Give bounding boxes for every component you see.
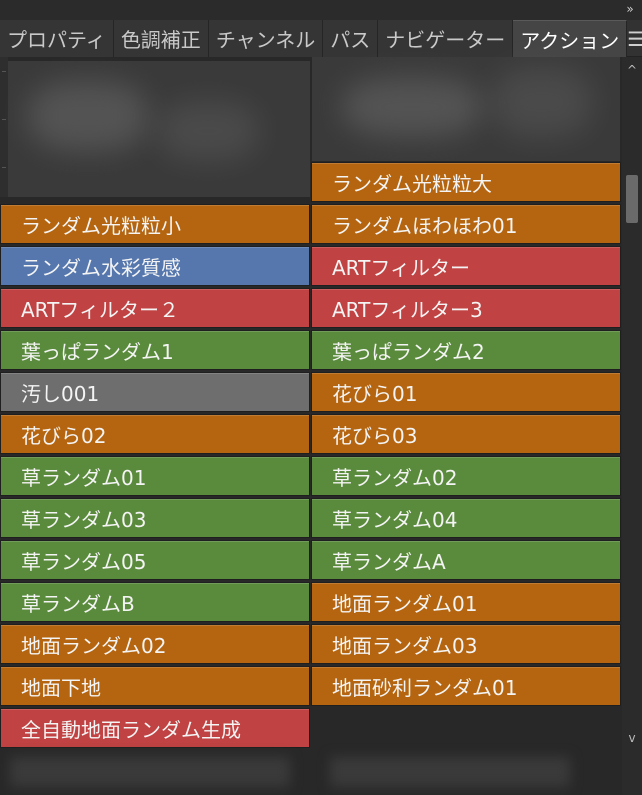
action-button-right-11[interactable]: 地面ランダム01 xyxy=(311,582,621,622)
action-button-left-8[interactable]: 草ランダム03 xyxy=(0,498,310,538)
action-button-right-4[interactable]: ARTフィルター3 xyxy=(311,288,621,328)
tab-channels[interactable]: チャンネル xyxy=(208,20,324,57)
actions-button-grid: ランダム光粒粒小 ランダム水彩質感 ARTフィルター２ 葉っぱランダム1 汚し001 花び… xyxy=(0,57,642,795)
tab-paths[interactable]: パス xyxy=(323,20,379,57)
actions-column-left: ランダム光粒粒小 ランダム水彩質感 ARTフィルター２ 葉っぱランダム1 汚し001 花び… xyxy=(0,204,310,750)
tab-properties[interactable]: プロパティ xyxy=(0,20,114,57)
blurred-footer xyxy=(10,757,290,787)
action-button-right-1[interactable]: ランダム光粒粒大 xyxy=(311,162,621,202)
blurred-preview-right xyxy=(312,57,620,161)
action-button-left-10[interactable]: 草ランダムB xyxy=(0,582,310,622)
left-ruler xyxy=(0,57,8,197)
action-button-right-2[interactable]: ランダムほわほわ01 xyxy=(311,204,621,244)
panel-tab-bar: プロパティ 色調補正 チャンネル パス ナビゲーター アクション ☰ xyxy=(0,20,642,57)
action-button-right-12[interactable]: 地面ランダム03 xyxy=(311,624,621,664)
tab-actions[interactable]: アクション xyxy=(513,20,628,57)
tab-navigator[interactable]: ナビゲーター xyxy=(378,20,514,57)
action-button-left-2[interactable]: ランダム水彩質感 xyxy=(0,246,310,286)
actions-column-right: ランダム光粒粒大 ランダムほわほわ01 ARTフィルター ARTフィルター3 葉っぱラン… xyxy=(311,162,621,708)
action-button-left-6[interactable]: 花びら02 xyxy=(0,414,310,454)
panel-menu-icon[interactable]: ☰ xyxy=(627,20,642,57)
action-button-right-3[interactable]: ARTフィルター xyxy=(311,246,621,286)
actions-panel-window: » プロパティ 色調補正 チャンネル パス ナビゲーター アクション ☰ ランダ… xyxy=(0,0,642,795)
action-button-left-11[interactable]: 地面ランダム02 xyxy=(0,624,310,664)
action-button-right-6[interactable]: 花びら01 xyxy=(311,372,621,412)
action-button-left-13[interactable]: 全自動地面ランダム生成 xyxy=(0,708,310,748)
blurred-footer-right xyxy=(330,757,570,787)
action-button-left-9[interactable]: 草ランダム05 xyxy=(0,540,310,580)
scroll-up-icon[interactable]: ^ xyxy=(622,61,642,79)
scroll-down-icon[interactable]: v xyxy=(622,729,642,747)
tab-adjustments[interactable]: 色調補正 xyxy=(113,20,209,57)
vertical-scrollbar[interactable]: ^ v xyxy=(622,57,642,795)
action-button-right-5[interactable]: 葉っぱランダム2 xyxy=(311,330,621,370)
action-button-right-8[interactable]: 草ランダム02 xyxy=(311,456,621,496)
action-button-right-13[interactable]: 地面砂利ランダム01 xyxy=(311,666,621,706)
scrollbar-thumb[interactable] xyxy=(626,175,638,223)
action-button-left-1[interactable]: ランダム光粒粒小 xyxy=(0,204,310,244)
action-button-left-12[interactable]: 地面下地 xyxy=(0,666,310,706)
action-button-right-9[interactable]: 草ランダム04 xyxy=(311,498,621,538)
action-button-right-10[interactable]: 草ランダムA xyxy=(311,540,621,580)
panel-top-strip: » xyxy=(0,0,642,20)
action-button-left-5[interactable]: 汚し001 xyxy=(0,372,310,412)
action-button-right-7[interactable]: 花びら03 xyxy=(311,414,621,454)
action-button-left-7[interactable]: 草ランダム01 xyxy=(0,456,310,496)
action-button-left-4[interactable]: 葉っぱランダム1 xyxy=(0,330,310,370)
action-button-left-3[interactable]: ARTフィルター２ xyxy=(0,288,310,328)
collapse-panels-icon[interactable]: » xyxy=(622,2,638,16)
blurred-preview-left xyxy=(8,61,310,197)
